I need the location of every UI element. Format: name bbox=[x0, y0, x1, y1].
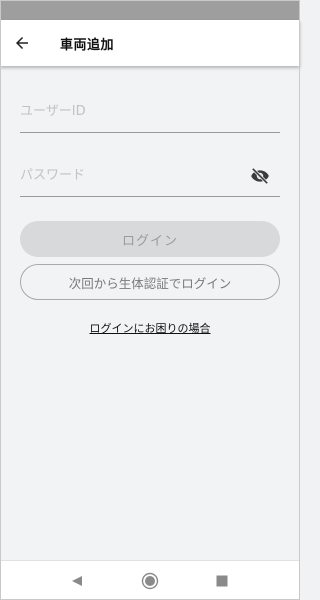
login-form: ログイン 次回から生体認証でログイン ログインにお困りの場合 bbox=[0, 66, 300, 560]
app-bar: 車両追加 bbox=[0, 20, 300, 66]
password-visibility-toggle[interactable] bbox=[250, 167, 270, 185]
status-bar bbox=[0, 0, 300, 20]
arrow-left-icon bbox=[16, 37, 28, 49]
login-help-link[interactable]: ログインにお困りの場合 bbox=[0, 320, 300, 336]
nav-recents-button[interactable] bbox=[212, 571, 232, 591]
system-nav-bar bbox=[0, 560, 300, 600]
login-button[interactable]: ログイン bbox=[20, 221, 280, 257]
user-id-field bbox=[20, 92, 280, 133]
nav-home-button[interactable] bbox=[140, 571, 160, 591]
eye-off-icon bbox=[251, 168, 269, 184]
biometric-login-button[interactable]: 次回から生体認証でログイン bbox=[20, 264, 280, 300]
triangle-back-icon bbox=[72, 576, 82, 586]
square-recents-icon bbox=[216, 575, 228, 587]
password-input[interactable] bbox=[20, 156, 240, 194]
password-field bbox=[20, 156, 280, 197]
back-button[interactable] bbox=[10, 31, 34, 55]
nav-back-button[interactable] bbox=[67, 571, 87, 591]
page-title: 車両追加 bbox=[60, 38, 115, 53]
user-id-input[interactable] bbox=[20, 92, 240, 130]
circle-home-icon bbox=[141, 572, 159, 590]
